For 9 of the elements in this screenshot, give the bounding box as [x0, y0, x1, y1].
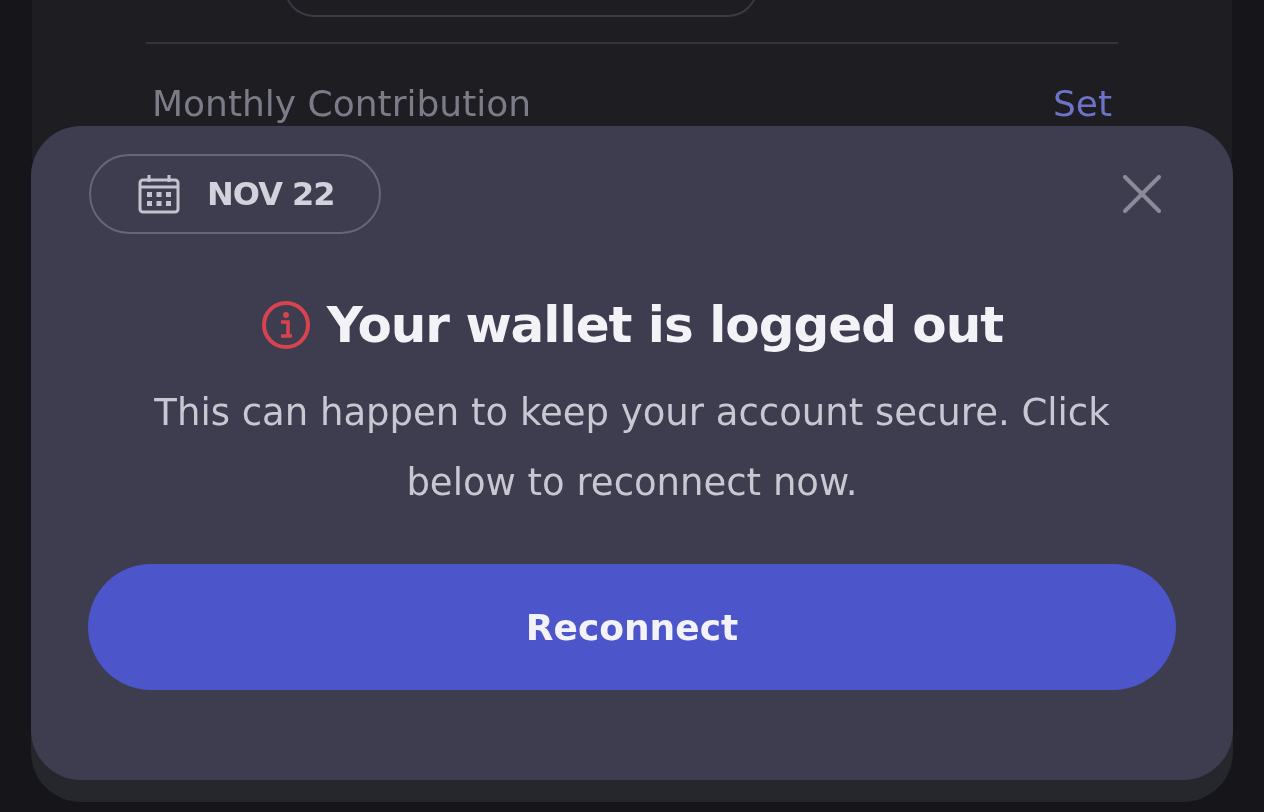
calendar-icon: [137, 174, 181, 214]
reconnect-button[interactable]: Reconnect: [88, 564, 1176, 690]
info-icon: [260, 300, 311, 350]
close-icon[interactable]: [1123, 175, 1161, 213]
modal-message: This can happen to keep your account secure. Click below to reconnect now.: [153, 390, 1111, 506]
date-label: NOV 22: [207, 175, 335, 213]
set-link[interactable]: Set: [1052, 86, 1112, 122]
row-label: Monthly Contribution: [152, 86, 532, 122]
modal-title: Your wallet is logged out: [326, 296, 1004, 354]
